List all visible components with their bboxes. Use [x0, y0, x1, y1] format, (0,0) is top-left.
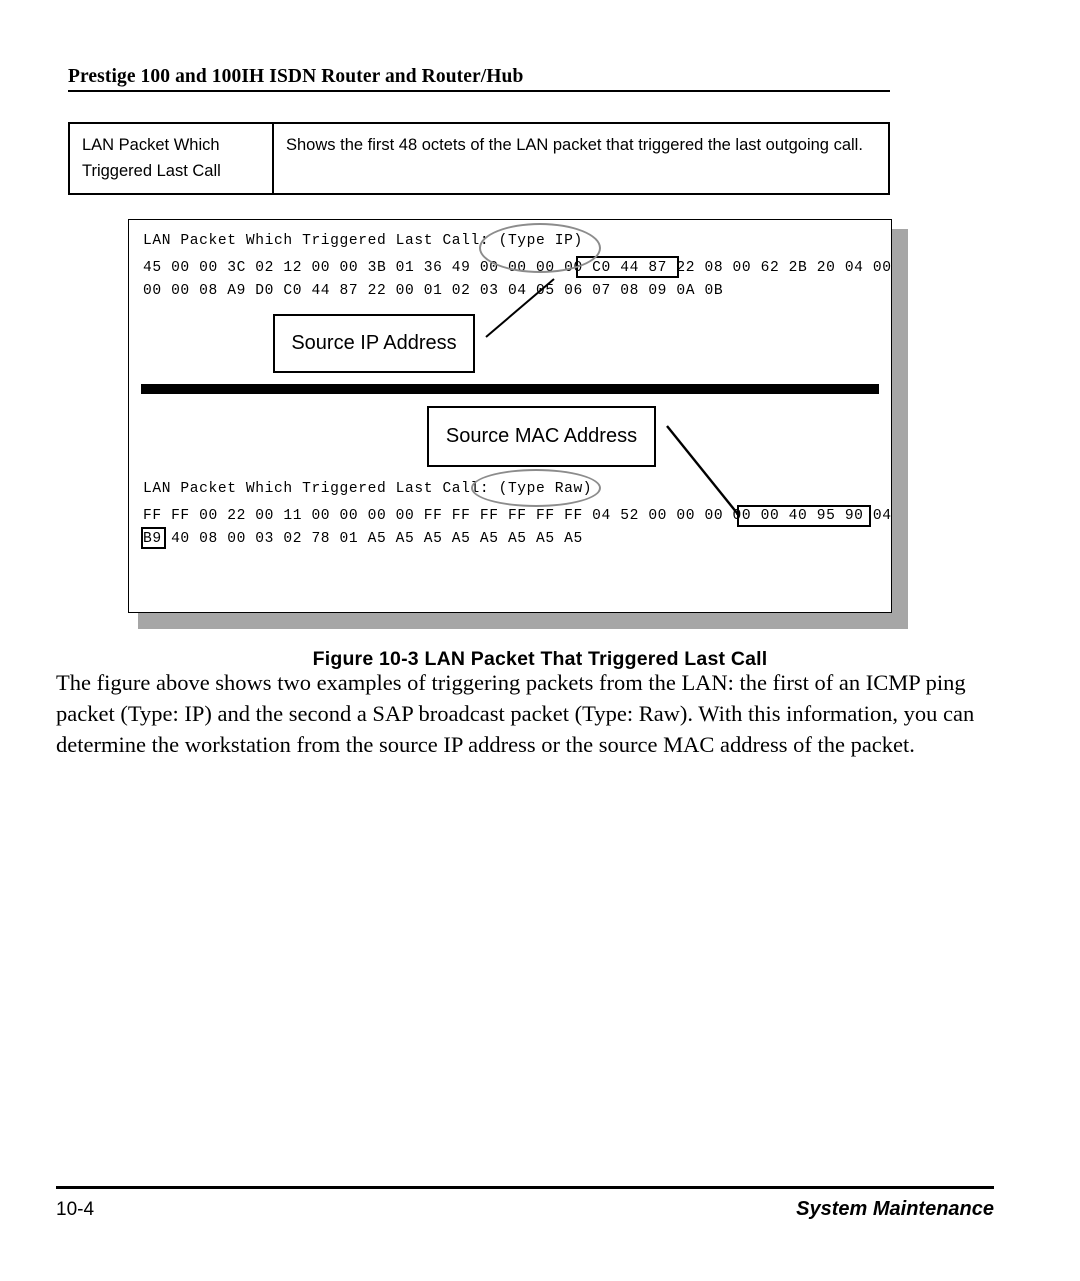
highlight-box-source-mac-head	[737, 505, 871, 527]
footer-divider	[56, 1186, 994, 1189]
page-footer: 10-4 System Maintenance	[56, 1186, 994, 1221]
table-cell-term: LAN Packet Which Triggered Last Call	[70, 124, 274, 193]
highlight-box-source-mac-tail	[141, 527, 166, 549]
annotation-ellipse-type-raw	[471, 469, 601, 507]
hexdump-raw-line-2: B9 40 08 00 03 02 78 01 A5 A5 A5 A5 A5 A…	[143, 531, 583, 547]
body-paragraph: The figure above shows two examples of t…	[56, 670, 975, 757]
figure-frame: LAN Packet Which Triggered Last Call: (T…	[128, 219, 892, 613]
callout-source-ip-label: Source IP Address	[291, 332, 457, 354]
footer-page-number: 10-4	[56, 1199, 95, 1220]
separator-bar	[141, 384, 879, 394]
callout-source-mac-address: Source MAC Address	[427, 406, 656, 467]
callout-source-mac-label: Source MAC Address	[445, 425, 638, 447]
figure-10-3: LAN Packet Which Triggered Last Call: (T…	[128, 219, 908, 629]
annotation-ellipse-type-ip	[479, 223, 601, 273]
callout-source-ip-address: Source IP Address	[273, 314, 475, 373]
hexdump-ip-line-2: 00 00 08 A9 D0 C0 44 87 22 00 01 02 03 0…	[143, 283, 724, 299]
page-header-title: Prestige 100 and 100IH ISDN Router and R…	[68, 66, 524, 87]
table-cell-description: Shows the first 48 octets of the LAN pac…	[286, 136, 863, 154]
page-header: Prestige 100 and 100IH ISDN Router and R…	[68, 66, 890, 92]
definition-table: LAN Packet Which Triggered Last Call Sho…	[68, 122, 890, 195]
footer-section-name: System Maintenance	[796, 1198, 994, 1220]
header-divider	[68, 90, 890, 92]
